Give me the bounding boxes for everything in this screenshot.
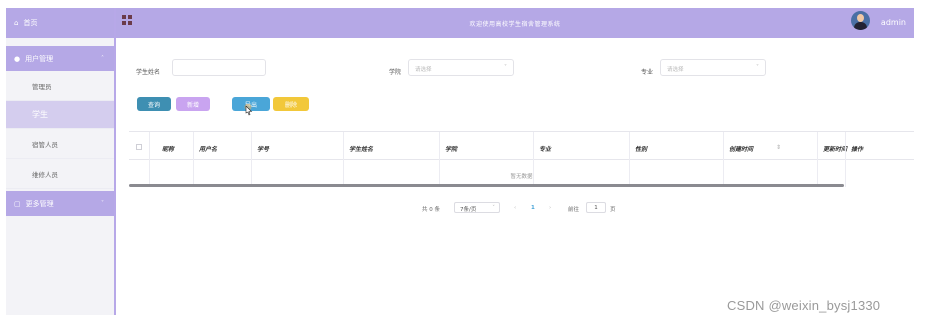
column-header[interactable]: 昵称 <box>162 144 174 153</box>
student-name-label: 学生姓名 <box>136 69 161 76</box>
college-label: 学院 <box>389 69 402 76</box>
delete-button[interactable]: 删除 <box>273 97 309 111</box>
total-count: 共 0 条 <box>422 207 440 213</box>
hand-cursor-icon <box>244 104 253 116</box>
student-name-input[interactable] <box>172 59 266 76</box>
current-page[interactable]: 1 <box>531 205 535 211</box>
user-icon: ● <box>14 54 21 63</box>
sidebar-group-label: 更多管理 <box>25 199 54 208</box>
top-header: 欢迎使用高校学生宿舍管理系统 admin <box>116 8 914 38</box>
more-icon: ▢ <box>14 199 21 208</box>
sidebar: ⌂ 首页 ● 用户管理 ˄ 管理员 学生 宿管人员 维修人员 ▢ 更多管理 ˅ <box>6 8 116 315</box>
column-header[interactable]: 用户名 <box>199 144 217 153</box>
goto-page-input[interactable]: 1 <box>586 202 606 213</box>
horizontal-scrollbar[interactable] <box>129 184 844 187</box>
college-placeholder: 请选择 <box>415 67 432 73</box>
column-header[interactable]: 学号 <box>257 144 269 153</box>
sidebar-group-user-management[interactable]: ● 用户管理 ˄ <box>6 46 114 71</box>
sidebar-group-more-management[interactable]: ▢ 更多管理 ˅ <box>6 191 114 216</box>
college-select[interactable]: 请选择 ˅ <box>408 59 514 76</box>
sidebar-item-student[interactable]: 学生 <box>6 101 114 129</box>
select-all-checkbox[interactable] <box>136 144 142 150</box>
prev-page-icon[interactable]: ‹ <box>514 205 516 211</box>
page-suffix: 页 <box>610 207 616 213</box>
table-header: 昵称 用户名 学号 学生姓名 学院 专业 性别 创建时间 ⇕ 更新时间 操作 <box>129 132 914 160</box>
column-header[interactable]: 创建时间 <box>729 144 753 153</box>
watermark-text: CSDN @weixin_bysj1330 <box>727 298 881 313</box>
query-button[interactable]: 查询 <box>137 97 171 111</box>
sidebar-home-label: 首页 <box>23 19 38 27</box>
major-select[interactable]: 请选择 ˅ <box>660 59 766 76</box>
column-header[interactable]: 性别 <box>635 144 647 153</box>
chevron-down-icon: ˅ <box>504 64 507 71</box>
column-header: 操作 <box>851 146 864 153</box>
column-header[interactable]: 学院 <box>445 144 457 153</box>
sidebar-group-label: 用户管理 <box>25 54 54 63</box>
avatar[interactable] <box>851 11 870 30</box>
header-title: 欢迎使用高校学生宿舍管理系统 <box>469 21 561 28</box>
chevron-up-icon: ˄ <box>101 55 104 62</box>
add-button[interactable]: 新增 <box>176 97 210 111</box>
page-size-select[interactable]: 7条/页 ˅ <box>454 202 500 213</box>
column-header[interactable]: 专业 <box>539 144 551 153</box>
sidebar-item-label: 维修人员 <box>32 170 58 179</box>
empty-state-text: 暂无数据 <box>510 174 533 180</box>
chevron-down-icon: ˅ <box>492 205 495 211</box>
sidebar-item-label: 宿管人员 <box>32 140 58 149</box>
main-content: 学生姓名 学院 请选择 ˅ 专业 请选择 ˅ 查询 新增 导出 删除 昵称 用户… <box>116 38 914 315</box>
sidebar-item-admin[interactable]: 管理员 <box>6 71 114 101</box>
user-name[interactable]: admin <box>881 18 906 27</box>
next-page-icon[interactable]: › <box>549 205 551 211</box>
sidebar-item-dorm-manager[interactable]: 宿管人员 <box>6 129 114 159</box>
chevron-down-icon: ˅ <box>101 200 104 207</box>
page-size-value: 7条/页 <box>460 207 477 213</box>
sort-icon[interactable]: ⇕ <box>776 144 781 151</box>
sidebar-item-label: 管理员 <box>32 82 52 91</box>
app-window: ⌂ 首页 ● 用户管理 ˄ 管理员 学生 宿管人员 维修人员 ▢ 更多管理 ˅ … <box>6 8 914 315</box>
sidebar-item-label: 学生 <box>32 110 48 119</box>
home-icon: ⌂ <box>14 19 19 27</box>
chevron-down-icon: ˅ <box>756 64 759 71</box>
major-label: 专业 <box>641 69 654 76</box>
major-placeholder: 请选择 <box>667 67 684 73</box>
column-header[interactable]: 更新时间 <box>823 144 851 153</box>
goto-label: 前往 <box>568 207 580 213</box>
data-table: 昵称 用户名 学号 学生姓名 学院 专业 性别 创建时间 ⇕ 更新时间 操作 暂… <box>129 131 914 187</box>
sidebar-item-home[interactable]: ⌂ 首页 <box>6 8 114 38</box>
column-header[interactable]: 学生姓名 <box>349 144 373 153</box>
sidebar-item-repair-staff[interactable]: 维修人员 <box>6 159 114 189</box>
